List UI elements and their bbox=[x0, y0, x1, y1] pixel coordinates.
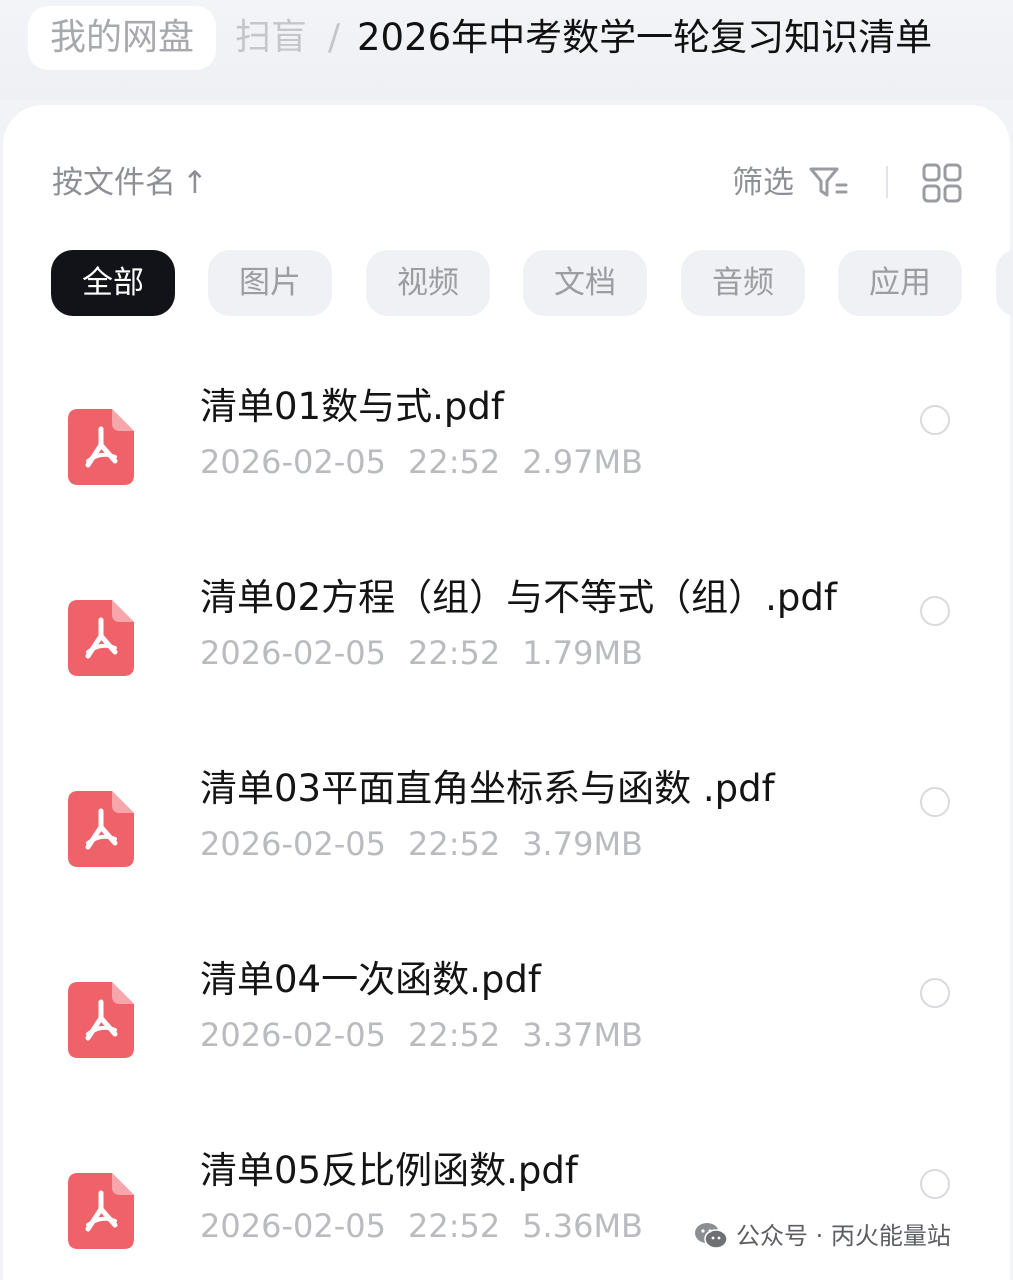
file-name: 清单05反比例函数.pdf bbox=[200, 1149, 578, 1192]
select-radio[interactable] bbox=[920, 405, 950, 435]
file-name: 清单02方程（组）与不等式（组）.pdf bbox=[200, 576, 837, 619]
file-meta: 2026-02-05 22:52 1.79MB bbox=[200, 628, 665, 678]
file-row[interactable]: 清单04一次函数.pdf 2026-02-05 22:52 3.37MB bbox=[3, 950, 1010, 1140]
file-name: 清单01数与式.pdf bbox=[200, 385, 504, 428]
watermark-text: 公众号 · 丙火能量站 bbox=[736, 1222, 951, 1250]
pdf-icon bbox=[68, 1173, 134, 1249]
select-radio[interactable] bbox=[920, 978, 950, 1008]
page: 我的网盘 扫盲 / 2026年中考数学一轮复习知识清单 按文件名 ↑ 筛选 全部 … bbox=[0, 0, 1013, 1280]
file-date: 2026-02-05 bbox=[200, 443, 386, 481]
pdf-icon bbox=[68, 982, 134, 1058]
breadcrumb-parent[interactable]: 扫盲 bbox=[235, 6, 307, 70]
page-title: 2026年中考数学一轮复习知识清单 bbox=[357, 16, 933, 59]
file-time: 22:52 bbox=[407, 1016, 501, 1054]
tab-images[interactable]: 图片 bbox=[208, 250, 332, 316]
toolbar-divider bbox=[886, 166, 888, 198]
select-radio[interactable] bbox=[920, 787, 950, 817]
tab-more-edge bbox=[996, 250, 1013, 316]
file-row[interactable]: 清单03平面直角坐标系与函数 .pdf 2026-02-05 22:52 3.79M… bbox=[3, 759, 1010, 949]
file-meta: 2026-02-05 22:52 3.79MB bbox=[200, 819, 665, 869]
header: 我的网盘 扫盲 / 2026年中考数学一轮复习知识清单 bbox=[0, 0, 1013, 100]
file-size: 3.79MB bbox=[522, 825, 643, 863]
grid-view-icon[interactable] bbox=[922, 163, 962, 203]
file-time: 22:52 bbox=[407, 634, 501, 672]
filter-label[interactable]: 筛选 bbox=[732, 158, 794, 208]
file-size: 3.37MB bbox=[522, 1016, 643, 1054]
sort-label: 按文件名 bbox=[52, 165, 176, 201]
file-row[interactable]: 清单02方程（组）与不等式（组）.pdf 2026-02-05 22:52 1.79… bbox=[3, 568, 1010, 758]
file-size: 1.79MB bbox=[522, 634, 643, 672]
tab-apps[interactable]: 应用 bbox=[838, 250, 962, 316]
pdf-icon bbox=[68, 409, 134, 485]
pdf-icon bbox=[68, 600, 134, 676]
tab-all[interactable]: 全部 bbox=[51, 250, 175, 316]
sort-arrow-icon: ↑ bbox=[182, 165, 208, 201]
file-date: 2026-02-05 bbox=[200, 825, 386, 863]
file-name: 清单03平面直角坐标系与函数 .pdf bbox=[200, 767, 775, 810]
select-radio[interactable] bbox=[920, 1169, 950, 1199]
file-row[interactable]: 清单01数与式.pdf 2026-02-05 22:52 2.97MB bbox=[3, 377, 1010, 567]
select-radio[interactable] bbox=[920, 596, 950, 626]
file-meta: 2026-02-05 22:52 3.37MB bbox=[200, 1010, 665, 1060]
tab-audio[interactable]: 音频 bbox=[681, 250, 805, 316]
file-name: 清单04一次函数.pdf bbox=[200, 958, 541, 1001]
file-time: 22:52 bbox=[407, 443, 501, 481]
tab-documents[interactable]: 文档 bbox=[523, 250, 647, 316]
pdf-icon bbox=[68, 791, 134, 867]
filter-icon[interactable] bbox=[808, 165, 848, 201]
breadcrumb-separator: / bbox=[328, 17, 341, 58]
file-date: 2026-02-05 bbox=[200, 634, 386, 672]
file-date: 2026-02-05 bbox=[200, 1207, 386, 1245]
file-size: 2.97MB bbox=[522, 443, 643, 481]
file-time: 22:52 bbox=[407, 1207, 501, 1245]
tab-videos[interactable]: 视频 bbox=[366, 250, 490, 316]
wechat-icon bbox=[695, 1223, 728, 1249]
file-meta: 2026-02-05 22:52 5.36MB bbox=[200, 1201, 665, 1251]
file-size: 5.36MB bbox=[522, 1207, 643, 1245]
file-meta: 2026-02-05 22:52 2.97MB bbox=[200, 437, 665, 487]
file-row[interactable]: 清单05反比例函数.pdf 2026-02-05 22:52 5.36MB bbox=[3, 1141, 1010, 1280]
sort-button[interactable]: 按文件名 ↑ bbox=[52, 158, 208, 208]
file-time: 22:52 bbox=[407, 825, 501, 863]
breadcrumb-home[interactable]: 我的网盘 bbox=[28, 6, 217, 70]
file-date: 2026-02-05 bbox=[200, 1016, 386, 1054]
